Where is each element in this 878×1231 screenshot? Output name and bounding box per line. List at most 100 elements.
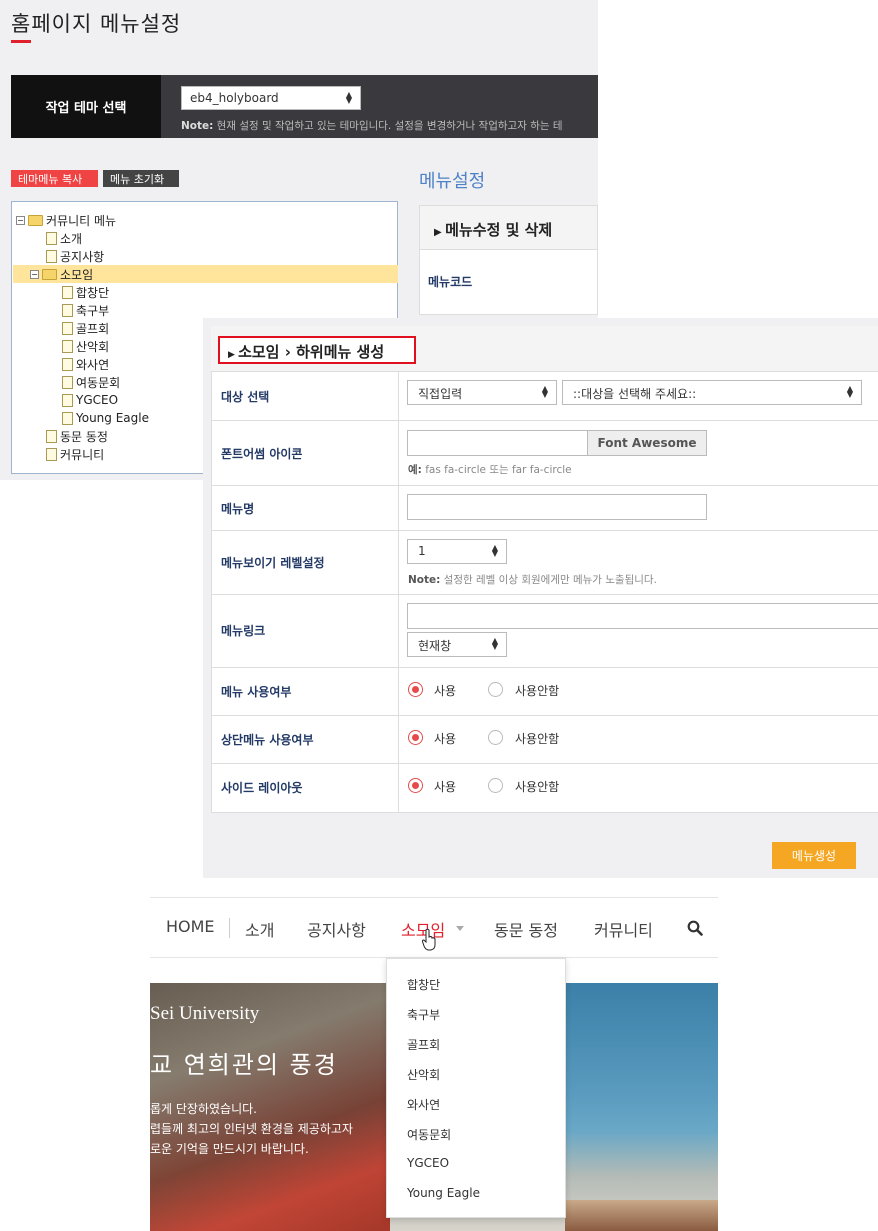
side-layout-no-label: 사용안함 [515,780,560,794]
updown-icon: ▲ ▼ [541,384,548,399]
tree-subitem-label: 골프회 [76,321,110,336]
menu-setting-title: 메뉴설정 [419,171,486,192]
side-layout-radio-yes[interactable] [408,778,423,793]
tree-item-alumni-news[interactable]: 동문 동정 [46,427,108,445]
updown-icon: ▲ ▼ [345,90,352,105]
tree-subitem-label: YGCEO [76,393,119,407]
link-target-select[interactable]: 현재창 ▲ ▼ [407,632,507,657]
submenu-title: ▶ 소모임 › 하위메뉴 생성 [218,336,416,364]
dropdown-item[interactable]: Young Eagle [407,1186,480,1200]
level-select[interactable]: 1 ▲ ▼ [407,539,507,564]
dropdown-item[interactable]: 축구부 [407,1006,440,1023]
dropdown-item[interactable]: 합창단 [407,976,440,993]
reset-menu-button[interactable]: 메뉴 초기화 [103,170,179,187]
row-divider [211,763,878,764]
dropdown-item[interactable]: 여동문회 [407,1126,451,1143]
copy-theme-menu-button[interactable]: 테마메뉴 복사 [11,170,98,187]
icon-help: 예: fas fa-circle 또는 far fa-circle [408,462,572,477]
edit-header-label: 메뉴수정 및 삭제 [445,221,553,239]
hero-kicker: Sei University [150,1003,260,1024]
tree-subitem-label: Young Eagle [76,411,149,425]
row-divider [211,715,878,716]
dropdown-item[interactable]: YGCEO [407,1156,449,1170]
page-icon [62,357,73,371]
theme-note-text: 현재 설정 및 작업하고 있는 테마입니다. 설정을 변경하거나 작업하고자 하… [213,120,563,132]
tree-subitem[interactable]: YGCEO [62,391,118,409]
page-icon [62,411,73,425]
level-note-text: 설정한 레벨 이상 회원에게만 메뉴가 노출됩니다. [440,574,657,586]
page-icon [62,321,73,335]
dropdown-item[interactable]: 골프회 [407,1036,440,1053]
row-divider [211,594,878,595]
nav-home[interactable]: HOME [166,917,215,936]
tree-subitem-label: 산악회 [76,339,110,354]
tree-item-label: 동문 동정 [60,429,108,444]
icon-help-text: fas fa-circle 또는 far fa-circle [421,464,572,476]
use-radio-no[interactable] [488,682,503,697]
hero-title: 교 연희관의 풍경 [150,1051,338,1079]
create-menu-button[interactable]: 메뉴생성 [772,842,856,869]
theme-note-label: Note: [181,120,214,132]
target-mode-value: 직접입력 [418,387,463,401]
tree-subitem[interactable]: 골프회 [62,319,109,337]
link-label: 메뉴링크 [221,624,266,638]
tree-subitem[interactable]: 축구부 [62,301,109,319]
top-use-radio-yes[interactable] [408,730,423,745]
tree-item-intro[interactable]: 소개 [46,229,82,247]
chevron-right-icon: › [284,343,297,361]
target-label: 대상 선택 [221,390,270,404]
submenu-parent: 소모임 [238,343,280,361]
tree-item-notice[interactable]: 공지사항 [46,247,104,265]
theme-label: 작업 테마 선택 [11,75,161,138]
target-select[interactable]: ::대상을 선택해 주세요:: ▲ ▼ [562,380,862,405]
updown-icon: ▲ ▼ [846,384,853,399]
theme-select[interactable]: eb4_holyboard ▲ ▼ [181,86,361,110]
updown-icon: ▲ ▼ [491,636,498,651]
dropdown-item[interactable]: 산악회 [407,1066,440,1083]
menu-link-input[interactable] [407,603,878,629]
tree-subitem[interactable]: Young Eagle [62,409,149,427]
tree-item-label: 커뮤니티 [60,447,105,462]
level-note: Note: 설정한 레벨 이상 회원에게만 메뉴가 노출됩니다. [408,572,657,587]
nav-intro[interactable]: 소개 [245,917,274,941]
menu-name-input[interactable] [407,494,707,520]
level-label: 메뉴보이기 레벨설정 [221,556,325,570]
title-underline [11,40,31,43]
tree-root[interactable]: − 커뮤니티 메뉴 [16,211,116,229]
nav-alumni-news[interactable]: 동문 동정 [494,917,558,941]
tree-item-label: 소개 [60,231,83,246]
use-label: 메뉴 사용여부 [221,685,292,699]
folder-open-icon [42,268,57,280]
tree-subitem[interactable]: 산악회 [62,337,109,355]
dropdown-item[interactable]: 와사연 [407,1096,440,1113]
font-awesome-button[interactable]: Font Awesome [587,430,707,456]
nav-community[interactable]: 커뮤니티 [594,917,653,941]
tree-subitem-label: 축구부 [76,303,110,318]
triangle-right-icon: ▶ [228,350,239,360]
row-divider [211,485,878,486]
nav-notice[interactable]: 공지사항 [307,917,366,941]
top-use-radio-no[interactable] [488,730,503,745]
icon-input[interactable] [407,430,588,456]
tree-subitem[interactable]: 여동문회 [62,373,120,391]
target-mode-select[interactable]: 직접입력 ▲ ▼ [407,380,557,405]
tree-item-community[interactable]: 커뮤니티 [46,445,104,463]
name-label: 메뉴명 [221,502,255,516]
tree-item-club[interactable]: − 소모임 [30,265,93,283]
nav-separator [229,918,230,938]
search-icon[interactable] [687,920,703,936]
side-layout-label: 사이드 레이아웃 [221,781,303,795]
row-divider [211,530,878,531]
updown-icon: ▲ ▼ [491,543,498,558]
tree-subitem[interactable]: 와사연 [62,355,109,373]
side-layout-radio-no[interactable] [488,778,503,793]
tree-root-label: 커뮤니티 메뉴 [46,213,117,228]
page-icon [62,339,73,353]
tree-subitem[interactable]: 합창단 [62,283,109,301]
page-icon [62,303,73,317]
submenu-action: 하위메뉴 생성 [296,343,385,361]
page-icon [46,447,57,461]
use-radio-yes[interactable] [408,682,423,697]
tree-item-label: 소모임 [60,267,94,282]
level-note-label: Note: [408,574,441,586]
